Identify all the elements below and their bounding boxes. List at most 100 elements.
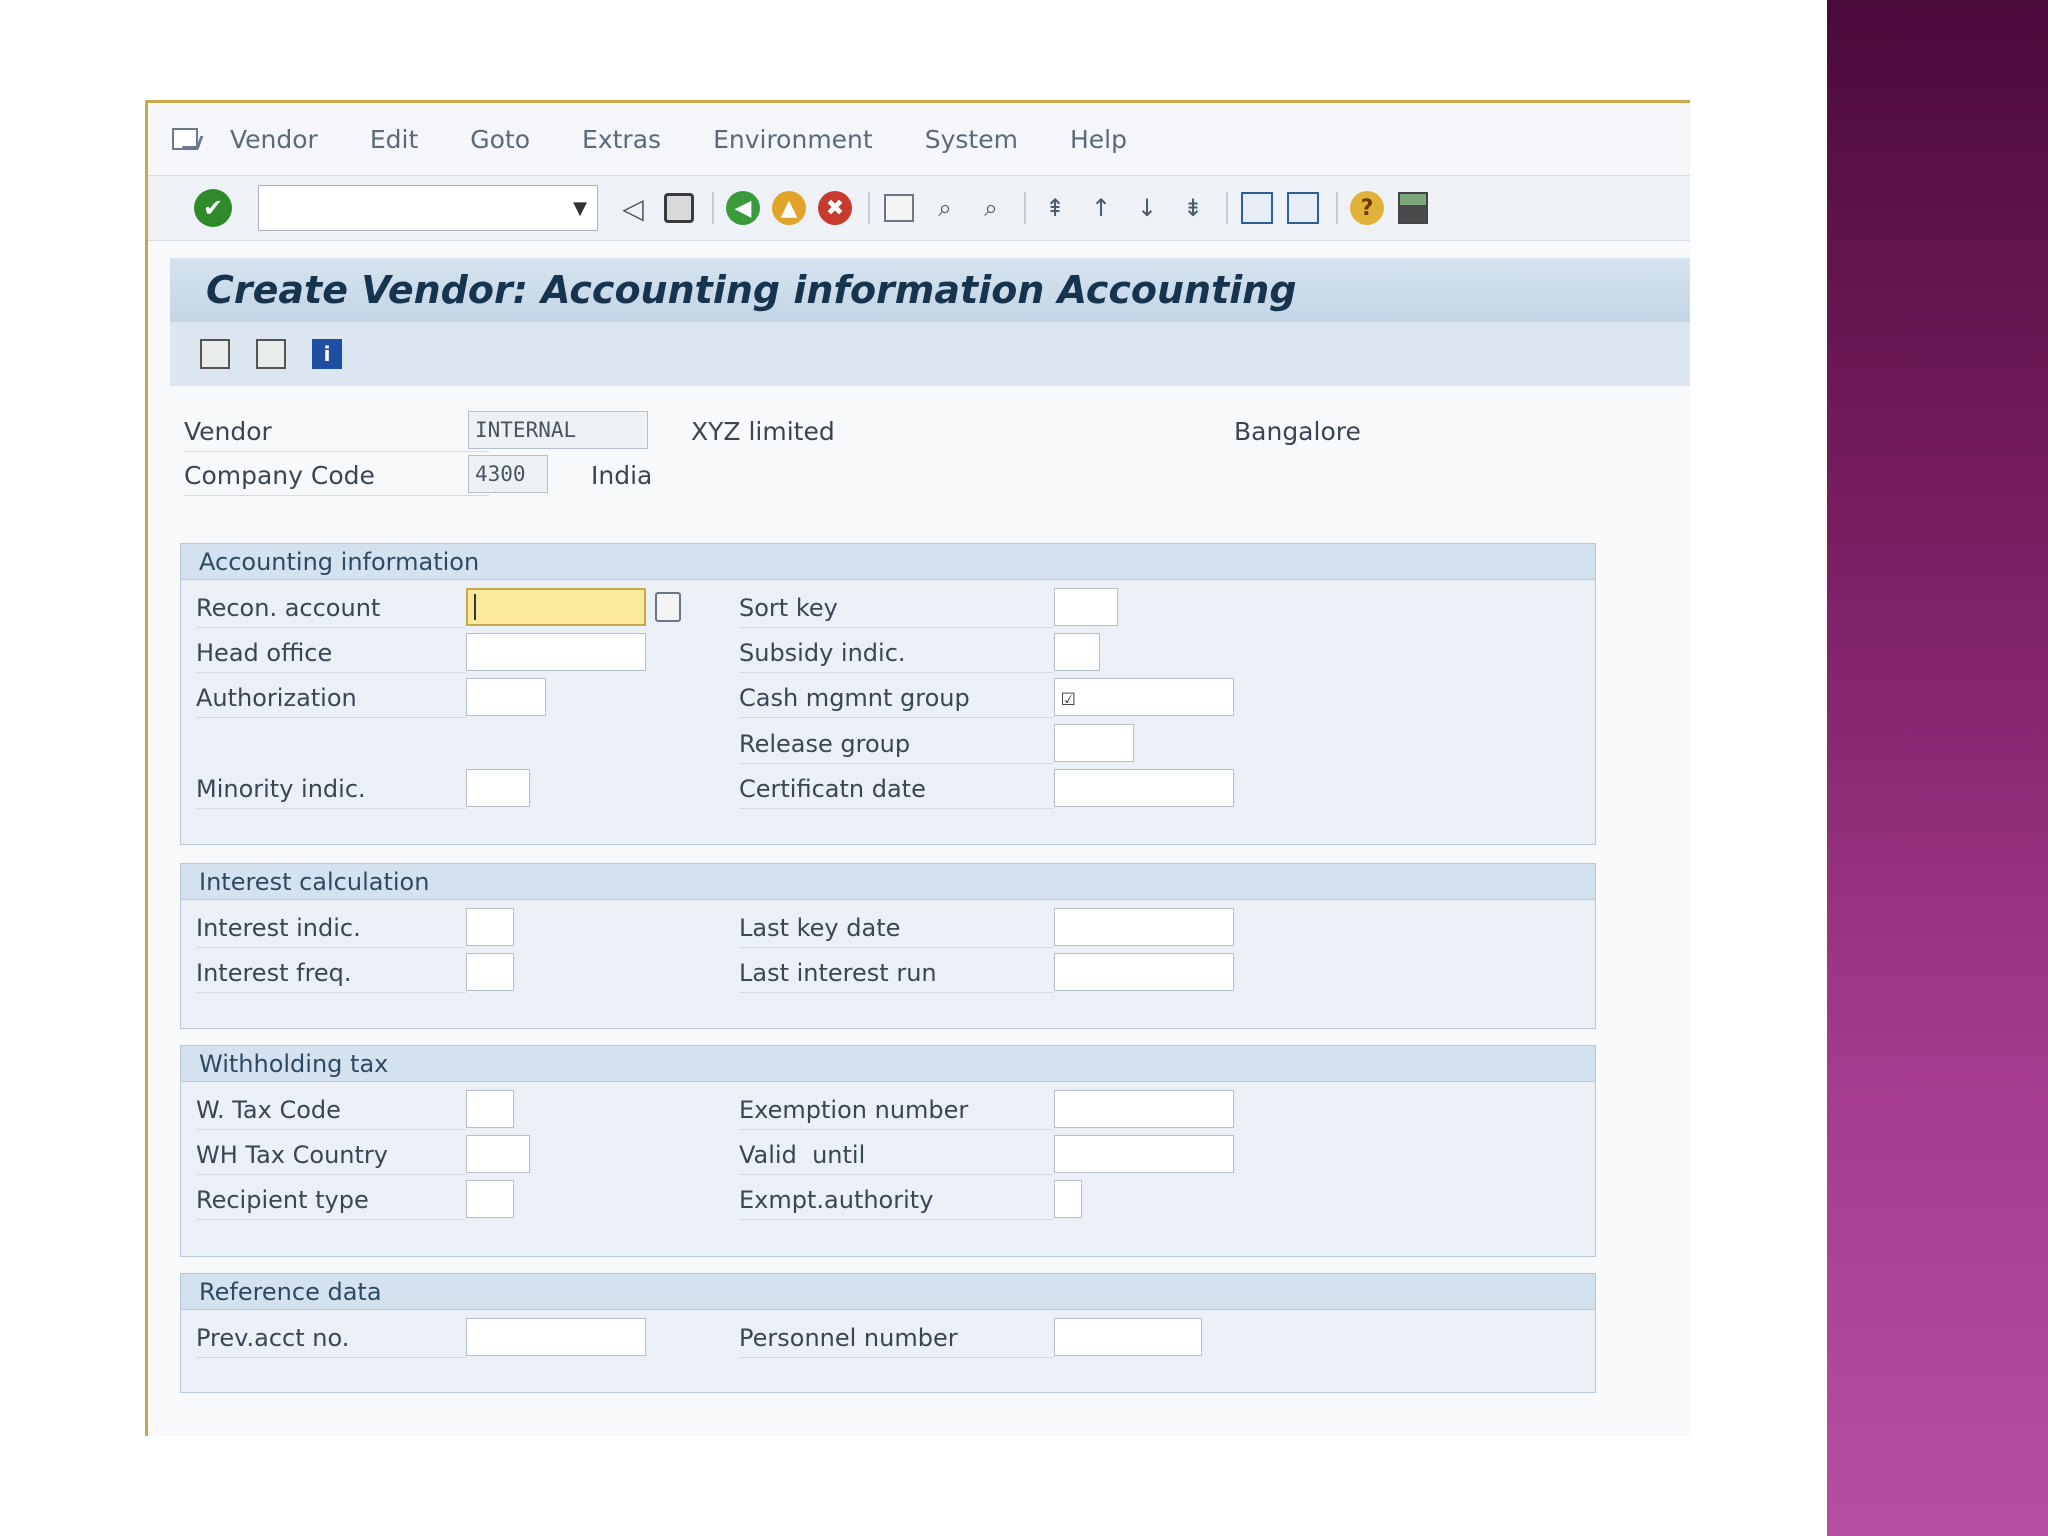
info-icon[interactable]: i — [312, 339, 342, 369]
valid-until-label: Valid until — [739, 1141, 866, 1169]
recon-account-label: Recon. account — [196, 594, 381, 622]
authorization-field[interactable] — [466, 678, 546, 716]
enter-check-icon[interactable]: ✔ — [194, 189, 232, 227]
vendor-city: Bangalore — [1234, 417, 1361, 446]
sort-key-label: Sort key — [739, 594, 838, 622]
label-underline — [184, 495, 489, 496]
back-green-icon[interactable]: ◀ — [726, 191, 760, 225]
exmpt-authority-label: Exmpt.authority — [739, 1186, 934, 1214]
chevron-down-icon[interactable]: ▼ — [573, 198, 587, 219]
menu-environment[interactable]: Environment — [713, 125, 873, 154]
release-group-label: Release group — [739, 730, 911, 758]
label-underline — [196, 1129, 466, 1130]
last-page-icon[interactable]: ⇟ — [1176, 191, 1210, 225]
last-interest-run-label: Last interest run — [739, 959, 937, 987]
find-next-icon[interactable]: ⌕ — [974, 191, 1008, 225]
group-interest-calculation: Interest calculation Interest indic. Int… — [180, 863, 1596, 1029]
interest-freq-label: Interest freq. — [196, 959, 352, 987]
label-underline — [739, 1357, 1054, 1358]
recipient-type-field[interactable] — [466, 1180, 514, 1218]
label-underline — [739, 947, 1054, 948]
exemption-number-label: Exemption number — [739, 1096, 969, 1124]
head-office-label: Head office — [196, 639, 333, 667]
personnel-number-label: Personnel number — [739, 1324, 958, 1352]
group-title: Interest calculation — [181, 864, 1595, 900]
command-field[interactable]: ▼ — [258, 185, 598, 231]
label-underline — [739, 627, 1054, 628]
authorization-label: Authorization — [196, 684, 357, 712]
group-accounting-information: Accounting information Recon. account He… — [180, 543, 1596, 845]
label-underline — [739, 672, 1054, 673]
previous-page-icon[interactable]: ↑ — [1084, 191, 1118, 225]
w-tax-code-field[interactable] — [466, 1090, 514, 1128]
label-underline — [196, 717, 466, 718]
menu-goto[interactable]: Goto — [470, 125, 530, 154]
menu-bar: Vendor Edit Goto Extras Environment Syst… — [148, 103, 1690, 175]
toolbar-separator — [868, 192, 870, 224]
exmpt-authority-field[interactable] — [1054, 1180, 1082, 1218]
last-interest-run-field[interactable] — [1054, 953, 1234, 991]
label-underline — [184, 451, 489, 452]
other-vendor-icon[interactable] — [200, 339, 230, 369]
new-session-icon[interactable] — [1241, 192, 1273, 224]
certificatn-date-field[interactable] — [1054, 769, 1234, 807]
certificatn-date-label: Certificatn date — [739, 775, 926, 803]
exit-icon[interactable]: ▲ — [772, 191, 806, 225]
last-key-date-label: Last key date — [739, 914, 901, 942]
label-underline — [739, 763, 1054, 764]
interest-freq-field[interactable] — [466, 953, 514, 991]
recon-account-field[interactable] — [466, 588, 646, 626]
menu-system[interactable]: System — [925, 125, 1018, 154]
label-underline — [196, 627, 466, 628]
cancel-icon[interactable]: ✖ — [818, 191, 852, 225]
back-arrow-icon[interactable]: ◁ — [616, 191, 650, 225]
menu-extras[interactable]: Extras — [582, 125, 661, 154]
value-help-icon[interactable] — [655, 592, 681, 622]
prev-acct-no-field[interactable] — [466, 1318, 646, 1356]
check-data-icon[interactable] — [256, 339, 286, 369]
head-office-field[interactable] — [466, 633, 646, 671]
label-underline — [739, 717, 1054, 718]
menu-system-icon[interactable] — [170, 126, 204, 152]
label-underline — [739, 808, 1054, 809]
label-underline — [196, 1219, 466, 1220]
first-page-icon[interactable]: ⇞ — [1038, 191, 1072, 225]
next-page-icon[interactable]: ↓ — [1130, 191, 1164, 225]
label-underline — [739, 1219, 1054, 1220]
cash-mgmt-group-field[interactable]: ☑ — [1054, 678, 1234, 716]
recipient-type-label: Recipient type — [196, 1186, 369, 1214]
vendor-name: XYZ limited — [691, 417, 835, 446]
interest-indic-field[interactable] — [466, 908, 514, 946]
menu-help[interactable]: Help — [1070, 125, 1127, 154]
label-underline — [196, 672, 466, 673]
sort-key-field[interactable] — [1054, 588, 1118, 626]
help-icon[interactable]: ? — [1350, 191, 1384, 225]
exemption-number-field[interactable] — [1054, 1090, 1234, 1128]
screen-title-bar: Create Vendor: Accounting information Ac… — [170, 258, 1690, 322]
label-underline — [196, 992, 466, 993]
label-underline — [739, 1174, 1054, 1175]
subsidy-indic-label: Subsidy indic. — [739, 639, 906, 667]
label-underline — [739, 1129, 1054, 1130]
toolbar-separator — [1226, 192, 1228, 224]
menu-edit[interactable]: Edit — [370, 125, 418, 154]
company-code-field[interactable]: 4300 — [468, 455, 548, 493]
menu-vendor[interactable]: Vendor — [230, 125, 318, 154]
save-icon[interactable] — [664, 193, 694, 223]
last-key-date-field[interactable] — [1054, 908, 1234, 946]
wh-tax-country-field[interactable] — [466, 1135, 530, 1173]
group-title: Accounting information — [181, 544, 1595, 580]
shortcut-icon[interactable] — [1287, 192, 1319, 224]
subsidy-indic-field[interactable] — [1054, 633, 1100, 671]
label-underline — [196, 1174, 466, 1175]
valid-until-field[interactable] — [1054, 1135, 1234, 1173]
release-group-field[interactable] — [1054, 724, 1134, 762]
print-icon[interactable] — [884, 194, 914, 222]
layout-menu-icon[interactable] — [1398, 192, 1428, 224]
w-tax-code-label: W. Tax Code — [196, 1096, 341, 1124]
vendor-field[interactable]: INTERNAL — [468, 411, 648, 449]
personnel-number-field[interactable] — [1054, 1318, 1202, 1356]
find-icon[interactable]: ⌕ — [928, 191, 962, 225]
group-title: Reference data — [181, 1274, 1595, 1310]
minority-indic-field[interactable] — [466, 769, 530, 807]
